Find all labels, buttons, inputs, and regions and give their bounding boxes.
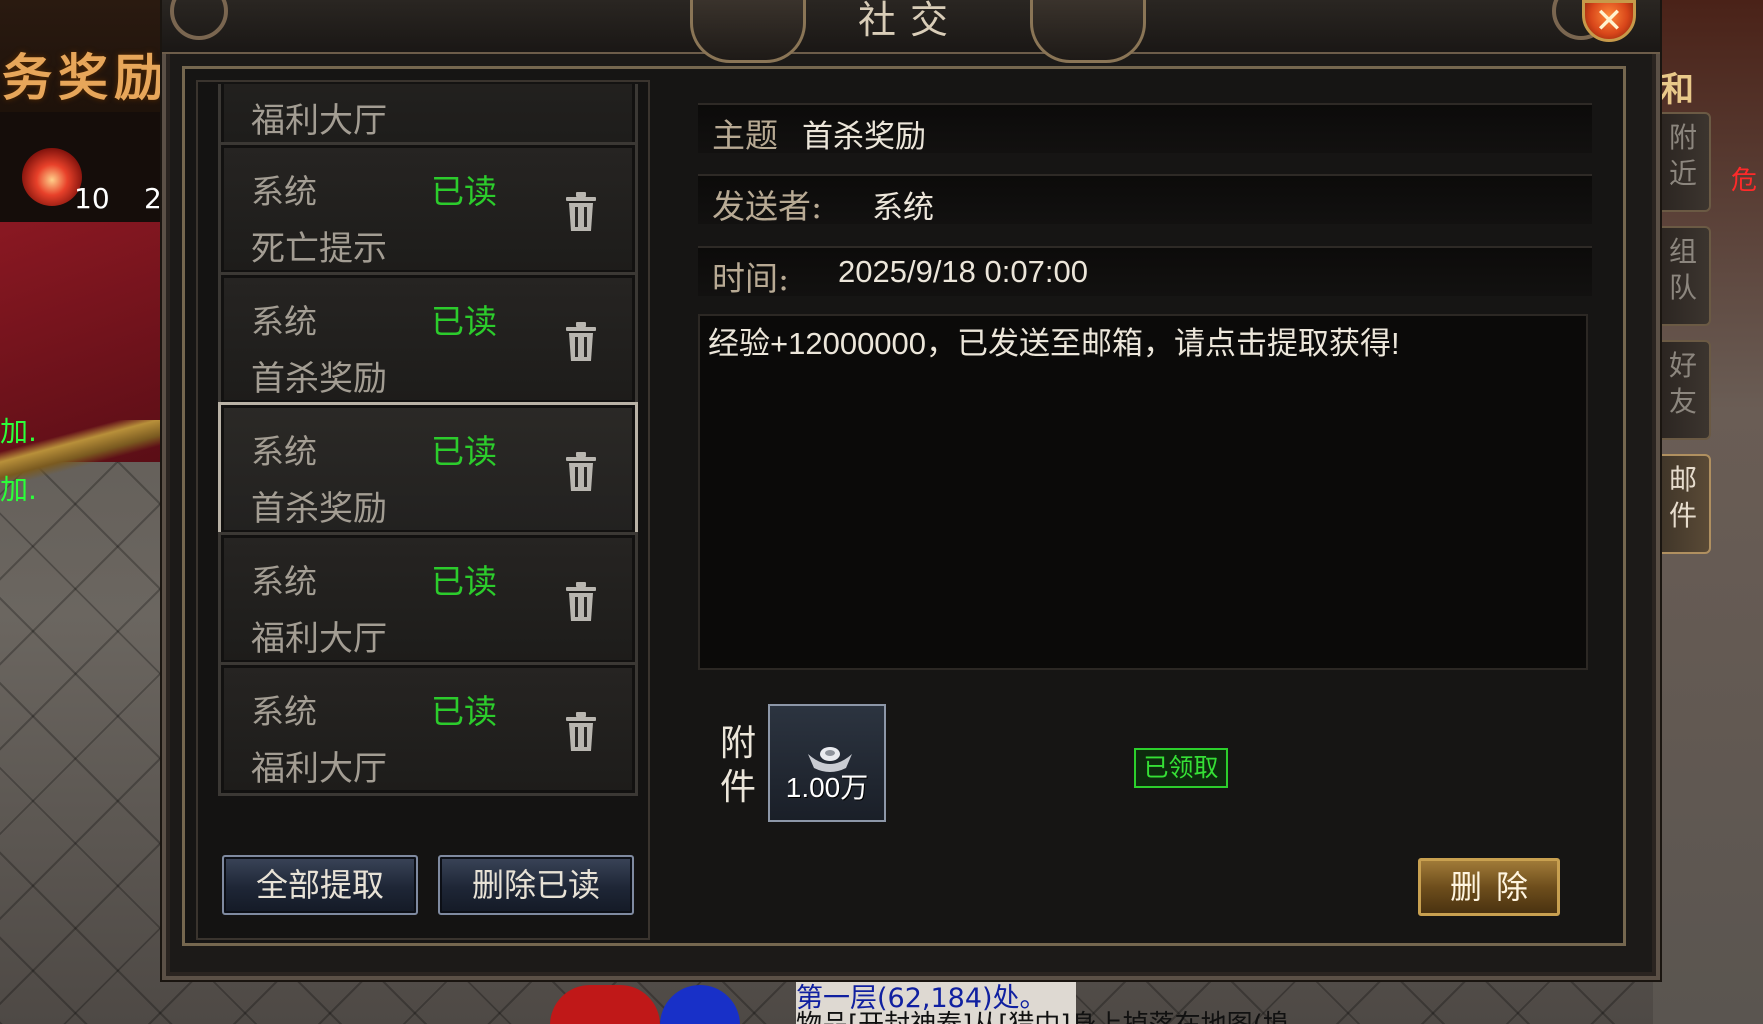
buff-count: 10 xyxy=(74,182,110,215)
trash-icon[interactable] xyxy=(561,709,601,753)
quest-banner-title: 务奖励 xyxy=(2,48,170,107)
attachment-slot[interactable]: 1.00万 xyxy=(768,704,886,822)
claim-all-button[interactable]: 全部提取 xyxy=(222,855,418,915)
mail-subject: 福利大厅 xyxy=(251,749,387,789)
tab-mail-label: 邮 件 xyxy=(1668,463,1697,532)
delete-button[interactable]: 删除 xyxy=(1418,858,1560,916)
system-chat-text: 加. xyxy=(0,415,37,448)
mail-item[interactable]: 系统 已读 死亡提示 xyxy=(218,142,638,276)
time-label: 时间: xyxy=(712,259,790,298)
claimed-badge: 已领取 xyxy=(1134,748,1228,788)
mail-subject: 首杀奖励 xyxy=(251,489,387,529)
tab-friends-label: 好 友 xyxy=(1668,349,1697,418)
mail-item[interactable]: 系统 已读 福利大厅 xyxy=(218,532,638,666)
fire-buff-icon[interactable] xyxy=(22,148,82,206)
close-icon: ✕ xyxy=(1594,1,1624,41)
mail-item[interactable]: 系统 已读 首杀奖励 xyxy=(218,272,638,406)
mail-body: 经验+12000000，已发送至邮箱，请点击提取获得! xyxy=(698,314,1588,670)
delete-read-button[interactable]: 删除已读 xyxy=(438,855,634,915)
mail-subject: 死亡提示 xyxy=(251,229,387,269)
chat-line: 物品[开封神泰]从[猎中]身上掉落在地图(埠 xyxy=(796,1004,1289,1024)
sender-label: 发送者: xyxy=(712,187,823,226)
mail-item[interactable]: 系统 已读 福利大厅 xyxy=(218,662,638,796)
time-row: 时间: 2025/9/18 0:07:00 xyxy=(698,246,1592,298)
mail-sender: 系统 xyxy=(251,562,317,601)
mail-subject: 福利大厅 xyxy=(251,101,387,141)
sender-value: 系统 xyxy=(872,190,934,225)
sender-row: 发送者: 系统 xyxy=(698,174,1592,226)
tab-team-label: 组 队 xyxy=(1668,235,1697,304)
side-tab-partial: 和 xyxy=(1660,70,1694,110)
mail-body-text: 经验+12000000，已发送至邮箱，请点击提取获得! xyxy=(708,326,1400,361)
mail-subject: 首杀奖励 xyxy=(251,359,387,399)
mail-read-status: 已读 xyxy=(431,432,497,471)
tab-team[interactable]: 组 队 xyxy=(1655,226,1711,326)
attachment-label: 附 件 xyxy=(719,723,756,808)
mail-read-status: 已读 xyxy=(431,172,497,211)
tab-nearby-label: 附 近 xyxy=(1668,121,1697,190)
trash-icon[interactable] xyxy=(561,449,601,493)
trash-icon[interactable] xyxy=(561,579,601,623)
tab-nearby[interactable]: 附 近 xyxy=(1655,112,1711,212)
tab-mail[interactable]: 邮 件 xyxy=(1655,454,1711,554)
mail-sender: 系统 xyxy=(251,172,317,211)
subject-label: 主题 xyxy=(712,116,778,155)
mail-sender: 系统 xyxy=(251,302,317,341)
mail-read-status: 已读 xyxy=(431,302,497,341)
title-ornament-right xyxy=(1030,0,1146,63)
warning-text: 危 xyxy=(1730,166,1757,196)
attachment-quantity: 1.00万 xyxy=(785,772,869,803)
mail-subject: 福利大厅 xyxy=(251,619,387,659)
window-title: 社交 xyxy=(857,0,962,42)
mail-item-selected[interactable]: 系统 已读 首杀奖励 xyxy=(218,402,638,536)
tab-friends[interactable]: 好 友 xyxy=(1655,340,1711,440)
subject-row: 主题 首杀奖励 xyxy=(698,103,1592,155)
mail-list[interactable]: 福利大厅 系统 已读 死亡提示 系统 已读 首杀奖励 系统 已读 首杀奖励 系统… xyxy=(210,84,648,830)
subject-value: 首杀奖励 xyxy=(802,119,926,154)
trash-icon[interactable] xyxy=(561,319,601,363)
time-value: 2025/9/18 0:07:00 xyxy=(838,254,1088,289)
mail-read-status: 已读 xyxy=(431,562,497,601)
buff-count: 2 xyxy=(144,182,162,215)
title-ornament-left xyxy=(690,0,806,63)
trash-icon[interactable] xyxy=(561,189,601,233)
mail-read-status: 已读 xyxy=(431,692,497,731)
system-chat-text: 加. xyxy=(0,473,37,506)
mail-sender: 系统 xyxy=(251,432,317,471)
mail-sender: 系统 xyxy=(251,692,317,731)
